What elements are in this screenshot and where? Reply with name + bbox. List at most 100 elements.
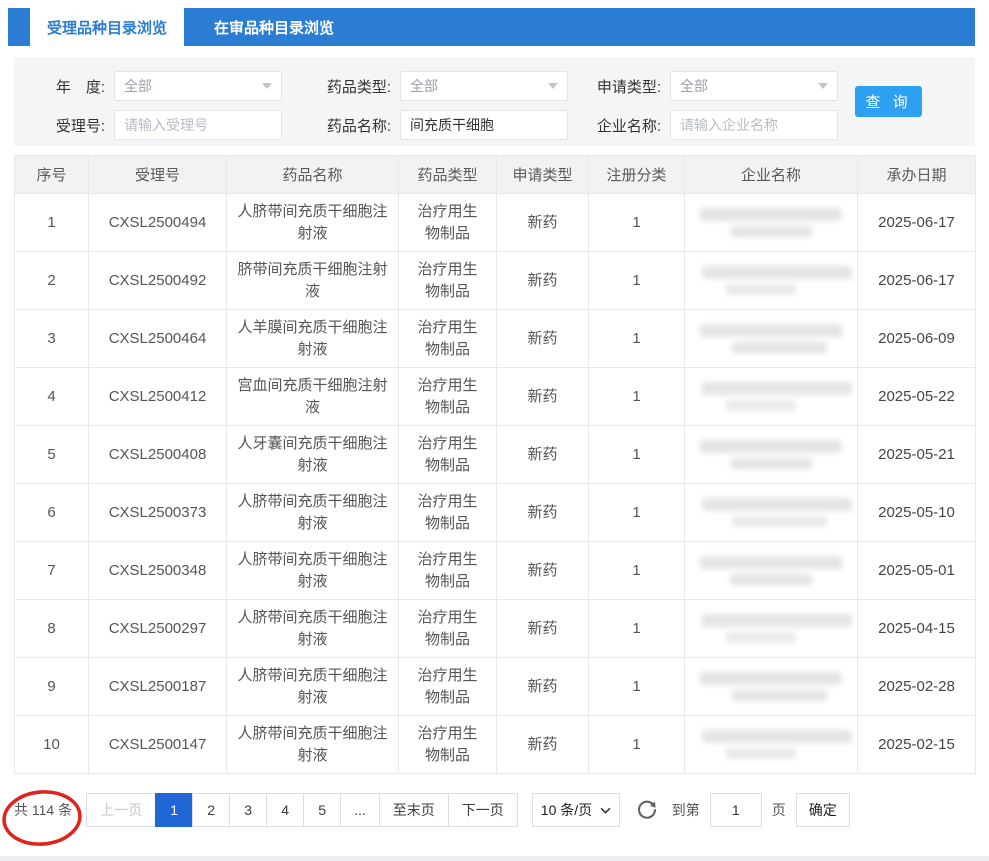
- cell-registration-class: 1: [589, 426, 685, 484]
- cell-acceptance-no: CXSL2500408: [89, 426, 227, 484]
- drug-name-label: 药品名称:: [318, 115, 400, 136]
- redacted-company-blur: [695, 266, 847, 295]
- year-select[interactable]: 全部: [114, 71, 282, 101]
- next-page-button[interactable]: 下一页: [448, 793, 518, 827]
- table-row: 9 CXSL2500187 人脐带间充质干细胞注射液 治疗用生物制品 新药 1 …: [15, 658, 976, 716]
- results-table: 序号 受理号 药品名称 药品类型 申请类型 注册分类 企业名称 承办日期 1 C…: [14, 155, 976, 774]
- last-page-button[interactable]: 至末页: [379, 793, 449, 827]
- cell-acceptance-no: CXSL2500187: [89, 658, 227, 716]
- col-header-index: 序号: [15, 156, 89, 194]
- col-header-registration-class: 注册分类: [589, 156, 685, 194]
- cell-application-type: 新药: [497, 310, 589, 368]
- cell-registration-class: 1: [589, 600, 685, 658]
- application-type-select-value: 全部: [680, 76, 708, 96]
- cell-drug-type: 治疗用生物制品: [399, 252, 497, 310]
- cell-index: 10: [15, 716, 89, 774]
- year-field: 年 度: 全部: [24, 71, 282, 101]
- acceptance-no-input[interactable]: [114, 110, 282, 140]
- cell-index: 9: [15, 658, 89, 716]
- drug-type-select[interactable]: 全部: [400, 71, 568, 101]
- year-select-value: 全部: [124, 76, 152, 96]
- cell-company-redacted: [685, 194, 858, 252]
- table-row: 10 CXSL2500147 人脐带间充质干细胞注射液 治疗用生物制品 新药 1…: [15, 716, 976, 774]
- cell-registration-class: 1: [589, 542, 685, 600]
- redacted-company-blur: [695, 730, 847, 759]
- refresh-button[interactable]: [636, 799, 658, 821]
- acceptance-no-field: 受理号:: [24, 110, 282, 140]
- cell-company-redacted: [685, 716, 858, 774]
- cell-date: 2025-02-15: [858, 716, 976, 774]
- confirm-goto-button[interactable]: 确定: [796, 793, 850, 827]
- table-row: 8 CXSL2500297 人脐带间充质干细胞注射液 治疗用生物制品 新药 1 …: [15, 600, 976, 658]
- page-button-2[interactable]: 2: [192, 793, 230, 827]
- company-name-label: 企业名称:: [588, 115, 670, 136]
- cell-drug-name: 人羊膜间充质干细胞注射液: [227, 310, 399, 368]
- table-body: 1 CXSL2500494 人脐带间充质干细胞注射液 治疗用生物制品 新药 1 …: [15, 194, 976, 774]
- page-size-value: 10 条/页: [541, 800, 592, 820]
- application-type-label: 申请类型:: [588, 76, 670, 97]
- application-type-select[interactable]: 全部: [670, 71, 838, 101]
- cell-drug-type: 治疗用生物制品: [399, 484, 497, 542]
- filter-row-1: 年 度: 全部 药品类型: 全部 申请类型: 全部: [24, 71, 975, 101]
- cell-drug-type: 治疗用生物制品: [399, 310, 497, 368]
- page-button-4[interactable]: 4: [266, 793, 304, 827]
- cell-registration-class: 1: [589, 484, 685, 542]
- chevron-down-icon: [818, 83, 828, 89]
- cell-application-type: 新药: [497, 368, 589, 426]
- cell-acceptance-no: CXSL2500348: [89, 542, 227, 600]
- cell-drug-name: 人脐带间充质干细胞注射液: [227, 658, 399, 716]
- prev-page-button[interactable]: 上一页: [86, 793, 156, 827]
- table-row: 5 CXSL2500408 人牙囊间充质干细胞注射液 治疗用生物制品 新药 1 …: [15, 426, 976, 484]
- cell-drug-type: 治疗用生物制品: [399, 426, 497, 484]
- cell-company-redacted: [685, 252, 858, 310]
- cell-date: 2025-06-09: [858, 310, 976, 368]
- cell-date: 2025-05-10: [858, 484, 976, 542]
- col-header-company: 企业名称: [685, 156, 858, 194]
- page-button-5[interactable]: 5: [303, 793, 341, 827]
- cell-application-type: 新药: [497, 484, 589, 542]
- filter-panel: 年 度: 全部 药品类型: 全部 申请类型: 全部: [14, 57, 975, 146]
- redacted-company-blur: [695, 498, 847, 527]
- company-name-input[interactable]: [670, 110, 838, 140]
- page-size-select[interactable]: 10 条/页: [532, 793, 620, 827]
- cell-date: 2025-05-01: [858, 542, 976, 600]
- cell-acceptance-no: CXSL2500494: [89, 194, 227, 252]
- redacted-company-blur: [695, 324, 847, 353]
- table-row: 2 CXSL2500492 脐带间充质干细胞注射液 治疗用生物制品 新药 1 2…: [15, 252, 976, 310]
- cell-drug-type: 治疗用生物制品: [399, 716, 497, 774]
- cell-drug-name: 宫血间充质干细胞注射液: [227, 368, 399, 426]
- cell-application-type: 新药: [497, 252, 589, 310]
- chevron-down-icon: [548, 83, 558, 89]
- cell-acceptance-no: CXSL2500297: [89, 600, 227, 658]
- search-button[interactable]: 查 询: [855, 86, 922, 117]
- cell-application-type: 新药: [497, 194, 589, 252]
- cell-drug-name: 人脐带间充质干细胞注射液: [227, 716, 399, 774]
- cell-application-type: 新药: [497, 716, 589, 774]
- redacted-company-blur: [695, 208, 847, 237]
- cell-drug-name: 人脐带间充质干细胞注射液: [227, 600, 399, 658]
- cell-registration-class: 1: [589, 658, 685, 716]
- application-type-field: 申请类型: 全部: [588, 71, 838, 101]
- page-button-1[interactable]: 1: [155, 793, 193, 827]
- cell-company-redacted: [685, 542, 858, 600]
- page-button-3[interactable]: 3: [229, 793, 267, 827]
- pagination-bar: 共 114 条 上一页 12345 ... 至末页 下一页 10 条/页 到第 …: [14, 793, 989, 827]
- chevron-down-icon: [262, 83, 272, 89]
- redacted-company-blur: [695, 440, 847, 469]
- goto-page-input[interactable]: [710, 793, 762, 827]
- drug-name-input[interactable]: [400, 110, 568, 140]
- cell-date: 2025-04-15: [858, 600, 976, 658]
- tab-under-review-catalog[interactable]: 在审品种目录浏览: [184, 8, 364, 46]
- company-name-field: 企业名称:: [588, 110, 838, 140]
- ellipsis-pages-button[interactable]: ...: [340, 793, 380, 827]
- tab-accepted-catalog[interactable]: 受理品种目录浏览: [30, 8, 184, 46]
- cell-company-redacted: [685, 600, 858, 658]
- tab-bar: 受理品种目录浏览 在审品种目录浏览: [8, 8, 975, 46]
- total-count: 共 114 条: [14, 800, 72, 820]
- cell-drug-name: 人脐带间充质干细胞注射液: [227, 194, 399, 252]
- cell-company-redacted: [685, 484, 858, 542]
- cell-acceptance-no: CXSL2500464: [89, 310, 227, 368]
- cell-acceptance-no: CXSL2500373: [89, 484, 227, 542]
- table-row: 4 CXSL2500412 宫血间充质干细胞注射液 治疗用生物制品 新药 1 2…: [15, 368, 976, 426]
- cell-drug-type: 治疗用生物制品: [399, 368, 497, 426]
